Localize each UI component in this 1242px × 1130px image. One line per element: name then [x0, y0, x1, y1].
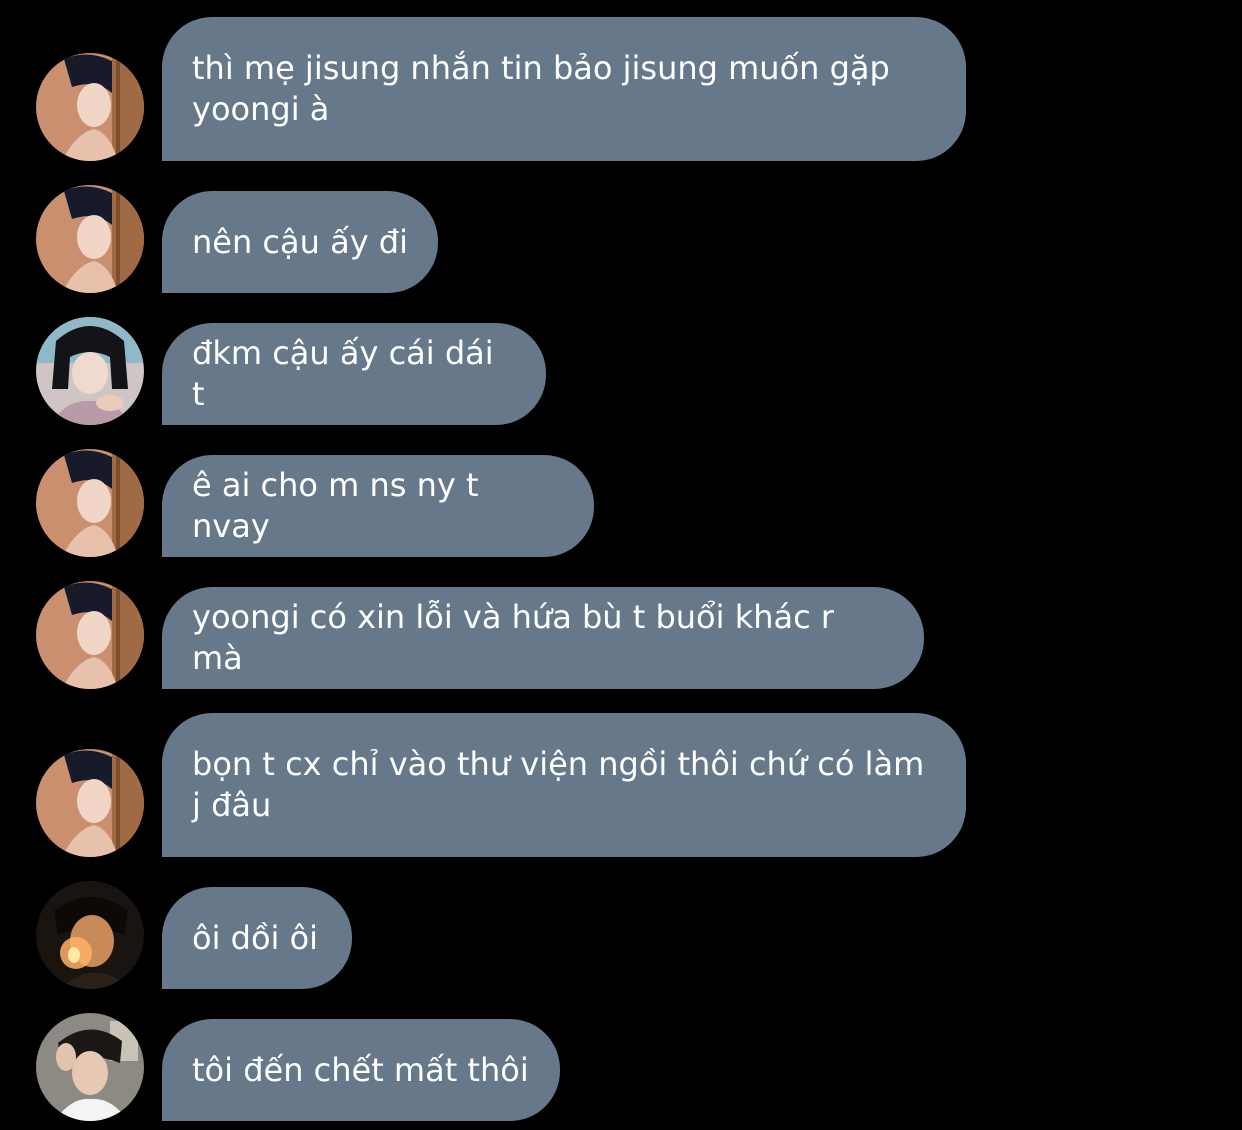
- avatar-boy-dark-hair-image: [36, 185, 144, 293]
- avatar[interactable]: [36, 1013, 144, 1121]
- avatar-boy-dark-hair-image: [36, 449, 144, 557]
- avatar[interactable]: [36, 317, 144, 425]
- message-text: yoongi có xin lỗi và hứa bù t buổi khác …: [192, 598, 845, 677]
- avatar[interactable]: [36, 53, 144, 161]
- message-text: tôi đến chết mất thôi: [192, 1050, 529, 1089]
- message-bubble[interactable]: đkm cậu ấy cái dái t: [162, 323, 546, 425]
- message-bubble[interactable]: tôi đến chết mất thôi: [162, 1019, 560, 1121]
- message-text: bọn t cx chỉ vào thư viện ngồi thôi chứ …: [192, 745, 935, 824]
- message-text: đkm cậu ấy cái dái t: [192, 334, 504, 413]
- avatar-boy-candle-image: [36, 881, 144, 989]
- message-text: ê ai cho m ns ny t nvay: [192, 466, 489, 545]
- avatar-boy-hand-on-head-image: [36, 1013, 144, 1121]
- message-bubble[interactable]: ôi dồi ôi: [162, 887, 352, 989]
- avatar-boy-dark-hair-image: [36, 581, 144, 689]
- message-text: thì mẹ jisung nhắn tin bảo jisung muốn g…: [192, 49, 900, 128]
- message-text: nên cậu ấy đi: [192, 222, 408, 261]
- avatar[interactable]: [36, 881, 144, 989]
- message-text: ôi dồi ôi: [192, 918, 319, 957]
- message-bubble[interactable]: nên cậu ấy đi: [162, 191, 438, 293]
- message-bubble[interactable]: yoongi có xin lỗi và hứa bù t buổi khác …: [162, 587, 924, 689]
- avatar[interactable]: [36, 449, 144, 557]
- avatar-boy-dark-hair-image: [36, 749, 144, 857]
- avatar-girl-bob-hair-image: [36, 317, 144, 425]
- message-bubble[interactable]: ê ai cho m ns ny t nvay: [162, 455, 594, 557]
- chat-thread: thì mẹ jisung nhắn tin bảo jisung muốn g…: [0, 0, 1242, 1130]
- avatar[interactable]: [36, 185, 144, 293]
- avatar[interactable]: [36, 749, 144, 857]
- avatar-boy-dark-hair-image: [36, 53, 144, 161]
- message-bubble[interactable]: bọn t cx chỉ vào thư viện ngồi thôi chứ …: [162, 713, 966, 857]
- avatar[interactable]: [36, 581, 144, 689]
- message-bubble[interactable]: thì mẹ jisung nhắn tin bảo jisung muốn g…: [162, 17, 966, 161]
